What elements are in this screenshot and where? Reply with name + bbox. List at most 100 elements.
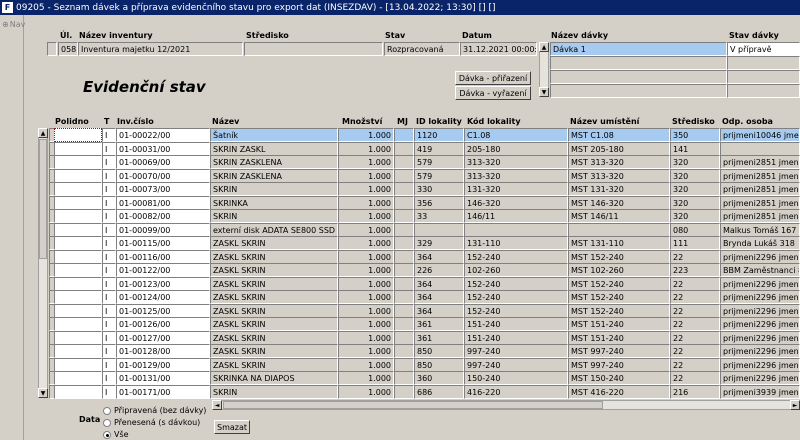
t-cell[interactable]: I bbox=[102, 128, 116, 142]
kod-lokality-cell[interactable]: C1.08 bbox=[464, 128, 568, 142]
polidno-cell[interactable] bbox=[54, 249, 102, 264]
id-lokality-cell[interactable]: 226 bbox=[414, 263, 464, 277]
mj-cell[interactable] bbox=[394, 276, 414, 291]
polidno-cell[interactable] bbox=[54, 195, 102, 210]
stredisko-cell[interactable]: 22 bbox=[670, 357, 720, 372]
stredisko-cell[interactable]: 080 bbox=[670, 222, 720, 237]
stredisko-cell[interactable]: 320 bbox=[670, 195, 720, 210]
t-cell[interactable]: I bbox=[102, 141, 116, 156]
osoba-cell[interactable]: prijmeni2296 jmeno2 bbox=[720, 357, 800, 372]
mnozstvi-cell[interactable]: 1.000 bbox=[338, 371, 394, 385]
polidno-cell[interactable] bbox=[54, 317, 102, 331]
mnozstvi-cell[interactable]: 1.000 bbox=[338, 249, 394, 264]
batch-name-field[interactable] bbox=[550, 56, 727, 70]
inv-cell[interactable]: 01-00081/00 bbox=[116, 195, 210, 210]
stredisko-cell[interactable]: 111 bbox=[670, 236, 720, 250]
osoba-cell[interactable]: prijmeni2296 jmeno2 bbox=[720, 371, 800, 385]
mj-cell[interactable] bbox=[394, 317, 414, 331]
scroll-up-icon[interactable]: ▲ bbox=[539, 42, 549, 52]
kod-lokality-cell[interactable]: 205-180 bbox=[464, 141, 568, 156]
mnozstvi-cell[interactable]: 1.000 bbox=[338, 357, 394, 372]
mj-cell[interactable] bbox=[394, 128, 414, 142]
polidno-cell[interactable] bbox=[54, 209, 102, 223]
umisteni-cell[interactable]: MST 152-240 bbox=[568, 249, 670, 264]
t-cell[interactable]: I bbox=[102, 263, 116, 277]
stredisko-cell[interactable]: 320 bbox=[670, 168, 720, 183]
polidno-cell[interactable] bbox=[54, 384, 102, 399]
t-cell[interactable]: I bbox=[102, 371, 116, 385]
mnozstvi-cell[interactable]: 1.000 bbox=[338, 236, 394, 250]
stredisko-cell[interactable]: 22 bbox=[670, 344, 720, 358]
inv-cell[interactable]: 01-00116/00 bbox=[116, 249, 210, 264]
umisteni-cell[interactable]: MST 416-220 bbox=[568, 384, 670, 399]
polidno-cell[interactable] bbox=[54, 141, 102, 156]
nazev-cell[interactable]: ZASKL SKRIN bbox=[210, 249, 338, 264]
umisteni-cell[interactable]: MST 146/11 bbox=[568, 209, 670, 223]
t-cell[interactable]: I bbox=[102, 344, 116, 358]
mnozstvi-cell[interactable]: 1.000 bbox=[338, 128, 394, 142]
inv-cell[interactable]: 01-00115/00 bbox=[116, 236, 210, 250]
id-lokality-cell[interactable]: 1120 bbox=[414, 128, 464, 142]
inv-cell[interactable]: 01-00126/00 bbox=[116, 317, 210, 331]
inv-cell[interactable]: 01-00131/00 bbox=[116, 371, 210, 385]
nazev-cell[interactable]: SKRINKA NA DIAPOS bbox=[210, 371, 338, 385]
kod-lokality-cell[interactable]: 152-240 bbox=[464, 303, 568, 318]
id-lokality-cell[interactable] bbox=[414, 222, 464, 237]
stredisko-cell[interactable]: 350 bbox=[670, 128, 720, 142]
id-lokality-cell[interactable]: 361 bbox=[414, 317, 464, 331]
kod-lokality-cell[interactable]: 146-320 bbox=[464, 195, 568, 210]
osoba-cell[interactable]: prijmeni2851 jmeno2 bbox=[720, 155, 800, 169]
umisteni-cell[interactable]: MST 131-110 bbox=[568, 236, 670, 250]
t-cell[interactable]: I bbox=[102, 357, 116, 372]
osoba-cell[interactable]: Malkus Tomáš 167 bbox=[720, 222, 800, 237]
inv-cell[interactable]: 01-00122/00 bbox=[116, 263, 210, 277]
umisteni-cell[interactable] bbox=[568, 222, 670, 237]
kod-lokality-cell[interactable]: 313-320 bbox=[464, 155, 568, 169]
batch-state-field[interactable] bbox=[727, 84, 800, 98]
kod-lokality-cell[interactable]: 131-110 bbox=[464, 236, 568, 250]
kod-lokality-cell[interactable]: 131-320 bbox=[464, 182, 568, 196]
umisteni-cell[interactable]: MST 146-320 bbox=[568, 195, 670, 210]
nazev-cell[interactable]: SKRIN bbox=[210, 182, 338, 196]
stredisko-cell[interactable]: 22 bbox=[670, 317, 720, 331]
mnozstvi-cell[interactable]: 1.000 bbox=[338, 195, 394, 210]
inv-cell[interactable]: 01-00082/00 bbox=[116, 209, 210, 223]
datum-field[interactable]: 31.12.2021 00:00:00 bbox=[460, 42, 537, 56]
hscroll-thumb[interactable] bbox=[223, 401, 603, 409]
kod-lokality-cell[interactable]: 151-240 bbox=[464, 317, 568, 331]
inv-cell[interactable]: 01-00127/00 bbox=[116, 330, 210, 345]
mnozstvi-cell[interactable]: 1.000 bbox=[338, 344, 394, 358]
inv-cell[interactable]: 01-00125/00 bbox=[116, 303, 210, 318]
t-cell[interactable]: I bbox=[102, 330, 116, 345]
mj-cell[interactable] bbox=[394, 371, 414, 385]
kod-lokality-cell[interactable]: 416-220 bbox=[464, 384, 568, 399]
id-lokality-cell[interactable]: 579 bbox=[414, 155, 464, 169]
nazev-cell[interactable]: SKRIN bbox=[210, 209, 338, 223]
kod-lokality-cell[interactable]: 150-240 bbox=[464, 371, 568, 385]
stredisko-cell[interactable]: 22 bbox=[670, 303, 720, 318]
osoba-cell[interactable]: prijmeni10046 jmeno bbox=[720, 128, 800, 142]
polidno-cell[interactable] bbox=[54, 344, 102, 358]
id-lokality-cell[interactable]: 329 bbox=[414, 236, 464, 250]
nazev-cell[interactable]: ZASKL SKRIN bbox=[210, 330, 338, 345]
osoba-cell[interactable]: prijmeni2296 jmeno2 bbox=[720, 344, 800, 358]
osoba-cell[interactable]: Brynda Lukáš 318 bbox=[720, 236, 800, 250]
inv-cell[interactable]: 01-00128/00 bbox=[116, 344, 210, 358]
mnozstvi-cell[interactable]: 1.000 bbox=[338, 155, 394, 169]
mj-cell[interactable] bbox=[394, 344, 414, 358]
kod-lokality-cell[interactable]: 997-240 bbox=[464, 357, 568, 372]
remove-batch-button[interactable]: Dávka - vyřazení bbox=[455, 86, 531, 100]
polidno-cell[interactable] bbox=[54, 371, 102, 385]
inv-cell[interactable]: 01-00070/00 bbox=[116, 168, 210, 183]
t-cell[interactable]: I bbox=[102, 236, 116, 250]
id-lokality-cell[interactable]: 850 bbox=[414, 344, 464, 358]
scroll-right-icon[interactable]: ► bbox=[790, 400, 800, 410]
mj-cell[interactable] bbox=[394, 357, 414, 372]
inv-cell[interactable]: 01-00073/00 bbox=[116, 182, 210, 196]
mnozstvi-cell[interactable]: 1.000 bbox=[338, 263, 394, 277]
nazev-cell[interactable]: SKRINKA bbox=[210, 195, 338, 210]
delete-button[interactable]: Smazat bbox=[214, 420, 250, 434]
osoba-cell[interactable]: prijmeni2296 jmeno2 bbox=[720, 317, 800, 331]
t-cell[interactable]: I bbox=[102, 317, 116, 331]
t-cell[interactable]: I bbox=[102, 155, 116, 169]
